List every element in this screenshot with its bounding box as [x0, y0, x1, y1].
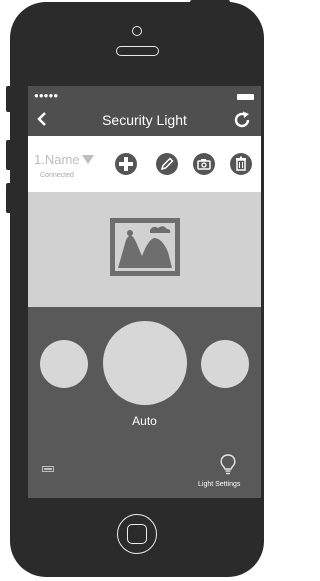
battery-level-icon [42, 466, 54, 472]
device-name: 1.Name [34, 152, 80, 167]
app-screen: ●●●●● Security Light 1.Name Connected Au… [28, 86, 261, 498]
device-selector[interactable]: 1.Name Connected [28, 136, 108, 192]
front-camera [132, 26, 142, 36]
refresh-button[interactable] [232, 110, 252, 135]
power-button [190, 0, 230, 5]
mode-button-left[interactable] [40, 340, 88, 388]
refresh-icon [234, 111, 250, 128]
delete-button[interactable] [230, 153, 252, 175]
light-settings-label: Light Settings [198, 481, 241, 488]
signal-dots: ●●●●● [34, 91, 59, 100]
page-title: Security Light [102, 112, 187, 128]
battery-icon [237, 94, 254, 100]
camera-icon [197, 159, 211, 170]
image-placeholder-icon [110, 218, 180, 281]
volume-up-button [6, 140, 12, 170]
pencil-icon [160, 157, 174, 171]
add-button[interactable] [115, 153, 137, 175]
edit-button[interactable] [156, 153, 178, 175]
trash-icon [236, 156, 246, 171]
chevron-down-icon [82, 155, 94, 164]
mode-label: Auto [132, 414, 157, 428]
connection-status: Connected [40, 172, 74, 179]
earpiece-speaker [116, 46, 159, 56]
nav-bar: ●●●●● Security Light [28, 86, 261, 136]
camera-button[interactable] [193, 153, 215, 175]
mode-button-right[interactable] [201, 340, 249, 388]
mute-switch [6, 86, 12, 112]
lightbulb-icon [220, 454, 236, 475]
home-square-icon [127, 524, 147, 544]
mode-button-center[interactable] [103, 321, 187, 405]
plus-icon [119, 157, 133, 171]
light-settings-button[interactable]: Light Settings [198, 452, 258, 492]
volume-down-button [6, 183, 12, 213]
